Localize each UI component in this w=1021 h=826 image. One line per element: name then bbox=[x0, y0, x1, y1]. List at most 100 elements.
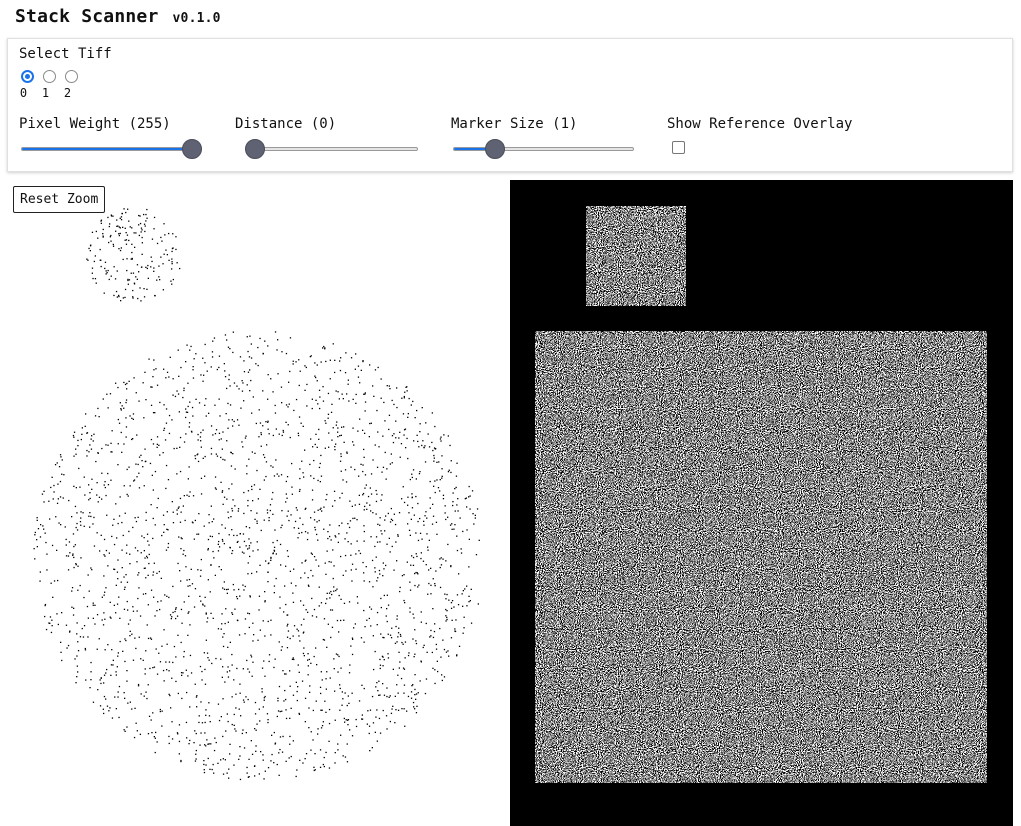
scatter-point bbox=[369, 709, 372, 711]
scatter-point bbox=[194, 588, 197, 590]
scatter-point bbox=[385, 715, 388, 717]
scatter-point bbox=[332, 577, 334, 580]
pixel-weight-slider[interactable] bbox=[21, 139, 202, 159]
distance-slider[interactable] bbox=[245, 139, 418, 159]
scatter-point bbox=[283, 700, 285, 702]
scatter-point bbox=[116, 666, 118, 668]
reset-zoom-button[interactable]: Reset Zoom bbox=[13, 186, 106, 213]
scatter-point bbox=[411, 493, 413, 495]
scatter-view[interactable]: Reset Zoom bbox=[0, 180, 510, 826]
scatter-point bbox=[90, 679, 92, 681]
scatter-point bbox=[417, 586, 419, 588]
scatter-plot bbox=[33, 208, 480, 781]
scatter-point bbox=[156, 741, 158, 743]
scatter-point bbox=[153, 267, 155, 269]
scatter-point bbox=[266, 444, 268, 446]
scatter-point bbox=[112, 215, 114, 217]
scatter-point bbox=[285, 698, 287, 701]
scatter-point bbox=[362, 492, 365, 495]
scatter-point bbox=[133, 283, 136, 285]
scatter-point bbox=[364, 474, 367, 476]
scatter-point bbox=[267, 374, 269, 376]
scatter-point bbox=[246, 473, 248, 475]
scatter-point bbox=[323, 506, 325, 508]
scatter-point bbox=[153, 596, 155, 598]
scatter-point bbox=[444, 505, 446, 507]
scatter-point bbox=[454, 630, 456, 632]
scatter-point bbox=[222, 636, 224, 638]
scatter-point bbox=[435, 643, 437, 646]
scatter-point bbox=[326, 646, 328, 648]
tiff-radio-2[interactable] bbox=[65, 70, 78, 83]
scatter-point bbox=[416, 555, 418, 558]
scatter-point bbox=[255, 422, 257, 425]
scatter-point bbox=[145, 650, 147, 652]
scatter-point bbox=[343, 717, 345, 720]
scatter-point bbox=[166, 643, 168, 645]
scatter-point bbox=[222, 587, 224, 589]
tiff-radio-1[interactable] bbox=[43, 70, 56, 83]
scatter-point bbox=[110, 479, 112, 481]
scatter-point bbox=[75, 563, 77, 565]
scatter-point bbox=[236, 596, 238, 598]
scatter-point bbox=[395, 437, 397, 439]
scatter-point bbox=[320, 361, 322, 363]
scatter-point bbox=[357, 365, 360, 367]
scatter-point bbox=[390, 712, 393, 714]
scatter-point bbox=[165, 249, 167, 251]
scatter-point bbox=[224, 376, 227, 378]
scatter-point bbox=[397, 692, 399, 694]
scatter-point bbox=[280, 526, 282, 529]
slider-thumb[interactable] bbox=[485, 139, 506, 159]
scatter-point bbox=[119, 217, 121, 219]
marker-size-slider[interactable] bbox=[453, 139, 634, 159]
scatter-point bbox=[93, 260, 95, 263]
scatter-point bbox=[55, 516, 57, 518]
scatter-point bbox=[228, 488, 230, 490]
scatter-point bbox=[129, 619, 131, 621]
scatter-point bbox=[379, 694, 381, 696]
scatter-point bbox=[332, 427, 334, 429]
scatter-point bbox=[403, 668, 406, 670]
slider-thumb[interactable] bbox=[245, 139, 265, 159]
scatter-point bbox=[153, 369, 155, 371]
scatter-point bbox=[267, 428, 269, 430]
scatter-point bbox=[380, 530, 382, 532]
scatter-point bbox=[229, 753, 231, 755]
scatter-point bbox=[407, 416, 409, 418]
scatter-point bbox=[338, 525, 340, 527]
tiff-radio-0[interactable] bbox=[21, 70, 34, 83]
slider-thumb[interactable] bbox=[182, 139, 202, 159]
scatter-point bbox=[53, 491, 55, 493]
scatter-point bbox=[419, 423, 421, 425]
scatter-point bbox=[262, 454, 265, 456]
scatter-point bbox=[36, 539, 38, 541]
scatter-point bbox=[210, 453, 213, 455]
scatter-point bbox=[115, 612, 117, 614]
scatter-point bbox=[240, 407, 242, 409]
scatter-point bbox=[248, 538, 250, 540]
overlay-checkbox[interactable] bbox=[672, 141, 685, 154]
scatter-point bbox=[195, 749, 197, 752]
scatter-point bbox=[457, 510, 459, 512]
tiff-image-view[interactable] bbox=[510, 180, 1013, 826]
scatter-point bbox=[155, 368, 157, 370]
scatter-point bbox=[203, 525, 205, 527]
scatter-point bbox=[184, 519, 186, 522]
scatter-point bbox=[285, 603, 287, 606]
scatter-point bbox=[109, 393, 112, 395]
scatter-point bbox=[348, 526, 351, 529]
scatter-point bbox=[238, 708, 240, 710]
scatter-point bbox=[179, 470, 182, 473]
scatter-point bbox=[309, 685, 311, 687]
scatter-point bbox=[63, 474, 65, 476]
scatter-point bbox=[443, 648, 446, 651]
scatter-point bbox=[115, 290, 118, 293]
scatter-point bbox=[151, 260, 153, 263]
scatter-point bbox=[228, 378, 230, 381]
scatter-point bbox=[407, 413, 409, 415]
scatter-point bbox=[412, 613, 414, 615]
scatter-point bbox=[380, 606, 382, 609]
scatter-point bbox=[292, 363, 294, 365]
scatter-point bbox=[102, 235, 104, 237]
